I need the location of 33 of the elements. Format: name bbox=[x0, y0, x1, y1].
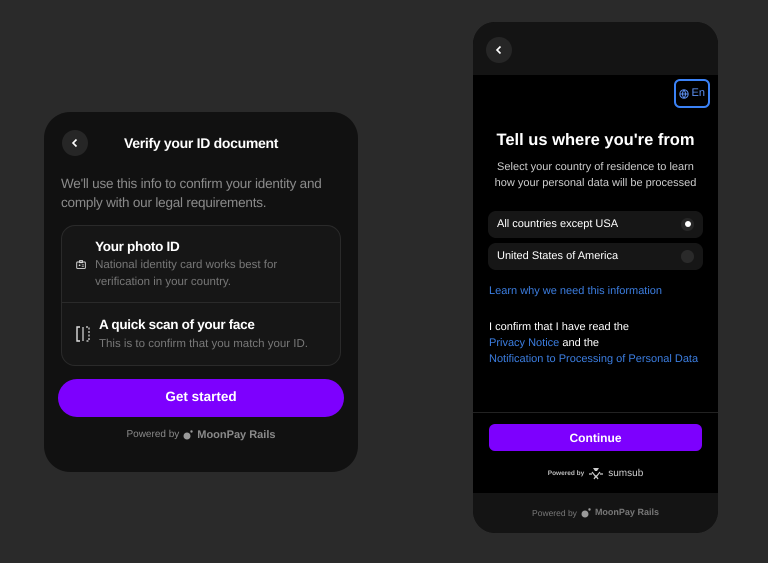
powered-by-text: Powered by bbox=[532, 506, 577, 520]
intro-text: We'll use this info to confirm your identity and comply with our legal requirements. bbox=[61, 175, 323, 212]
consent-link[interactable]: Privacy Notice bbox=[489, 337, 560, 350]
learn-link[interactable]: Learn why we need this information bbox=[473, 282, 718, 300]
brand-name: MoonPay Rails bbox=[594, 506, 659, 520]
continue-button[interactable]: Continue bbox=[489, 424, 702, 451]
country-subtitle: Select your country of residence to learn how your personal data will be processed bbox=[494, 160, 698, 191]
brand-name: MoonPay Rails bbox=[197, 428, 276, 442]
language-button[interactable]: En bbox=[674, 79, 710, 108]
country-title: Tell us where you're from bbox=[496, 130, 696, 151]
globe-icon bbox=[678, 88, 689, 98]
step-description: This is to confirm that you match your ID. bbox=[99, 336, 308, 352]
step-title: Your photo ID bbox=[95, 238, 180, 256]
card-title: Verify your ID document bbox=[124, 134, 278, 153]
radio-selected[interactable] bbox=[681, 218, 694, 231]
sumsub-brand: sumsub bbox=[608, 467, 644, 481]
moon-logo-icon bbox=[580, 508, 591, 518]
back-button[interactable] bbox=[62, 130, 88, 156]
country-option[interactable]: All countries except USA bbox=[488, 210, 703, 238]
back-icon bbox=[71, 138, 79, 148]
sumsub-logo-icon bbox=[588, 467, 604, 480]
id-card-icon bbox=[76, 258, 86, 271]
step-title: A quick scan of your face bbox=[99, 316, 256, 334]
face-scan-icon bbox=[76, 326, 90, 342]
back-button[interactable] bbox=[486, 37, 512, 63]
back-icon bbox=[495, 45, 503, 55]
step-description: National identity card works best for verification in your country. bbox=[95, 258, 278, 290]
moon-logo-icon bbox=[183, 430, 194, 440]
powered-by-text: Powered by bbox=[126, 428, 180, 442]
get-started-button[interactable]: Get started bbox=[58, 378, 344, 416]
country-option[interactable]: United States of America bbox=[488, 242, 703, 270]
consent-link[interactable]: Notification to Processing of Personal Data bbox=[489, 353, 698, 366]
consent-text: I confirm that I have read the Privacy Notice and the Notification to Processing of Personal Data bbox=[488, 320, 700, 368]
